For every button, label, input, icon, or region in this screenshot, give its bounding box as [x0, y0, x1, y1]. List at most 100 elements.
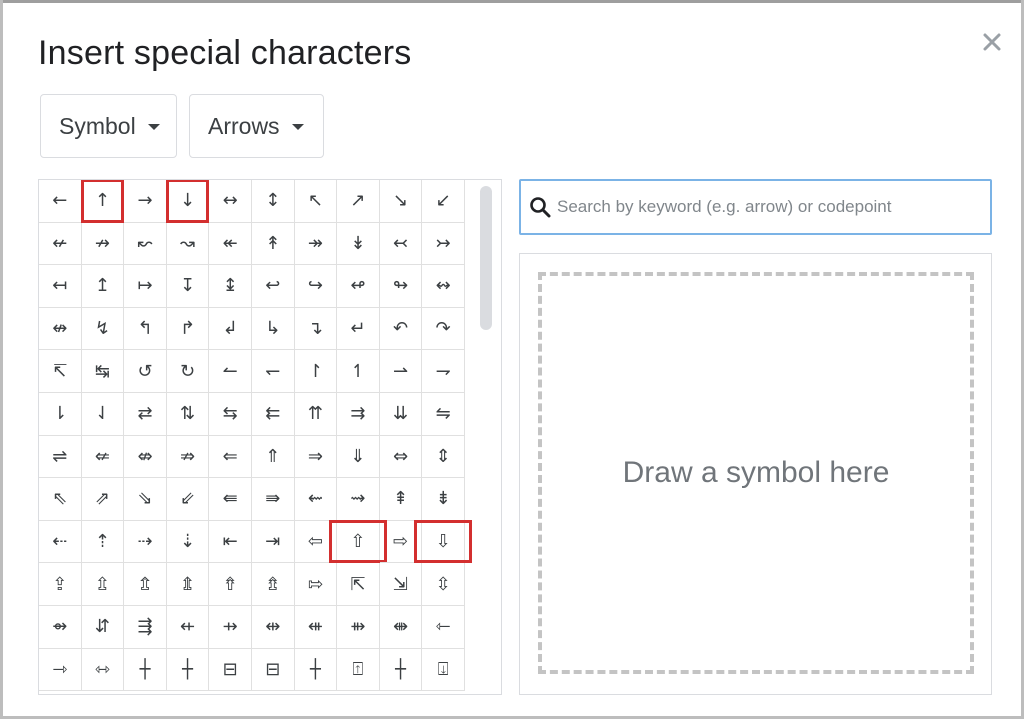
character-cell[interactable]: ⇥: [251, 520, 295, 564]
character-cell[interactable]: ↿: [337, 350, 380, 393]
character-cell[interactable]: ↘: [379, 180, 423, 223]
character-cell[interactable]: ↶: [379, 307, 423, 351]
character-cell[interactable]: ⇲: [379, 563, 423, 606]
character-cell[interactable]: ⇆: [209, 392, 252, 436]
character-cell[interactable]: ⇋: [422, 392, 465, 436]
character-cell[interactable]: ⇓: [337, 435, 380, 479]
search-input[interactable]: [557, 197, 977, 217]
character-cell[interactable]: ↴: [294, 307, 338, 351]
character-cell[interactable]: ⇐: [209, 435, 252, 479]
character-cell[interactable]: ←: [39, 180, 82, 223]
character-cell[interactable]: ⇡: [81, 520, 125, 564]
subcategory-dropdown[interactable]: Arrows: [189, 94, 324, 158]
character-cell[interactable]: ⇱: [337, 563, 380, 606]
character-cell[interactable]: ┼: [379, 648, 423, 692]
close-icon[interactable]: [980, 30, 1004, 54]
character-cell[interactable]: ↻: [166, 350, 210, 393]
character-cell[interactable]: ↩: [251, 265, 295, 308]
character-cell[interactable]: ↫: [337, 265, 380, 308]
character-cell[interactable]: ↝: [166, 222, 210, 266]
character-cell[interactable]: ⇮: [209, 563, 252, 606]
character-cell[interactable]: ⇉: [337, 392, 380, 436]
character-cell[interactable]: ⇟: [422, 478, 465, 521]
character-cell[interactable]: ↠: [294, 222, 338, 266]
character-cell[interactable]: ↛: [81, 222, 125, 266]
character-cell[interactable]: ↭: [422, 265, 465, 308]
character-cell[interactable]: ⇴: [39, 605, 82, 649]
character-cell[interactable]: ⇵: [81, 605, 125, 649]
character-cell[interactable]: ⇘: [124, 478, 167, 521]
character-cell[interactable]: ↔: [209, 180, 252, 223]
character-cell[interactable]: ↰: [124, 307, 167, 351]
character-cell[interactable]: ⇯: [251, 563, 295, 606]
character-cell[interactable]: →: [124, 180, 167, 223]
character-cell[interactable]: ↦: [124, 265, 167, 308]
character-cell[interactable]: ⇫: [81, 563, 125, 606]
grid-scrollbar[interactable]: [480, 186, 492, 330]
character-cell[interactable]: ⇶: [124, 605, 167, 649]
character-cell[interactable]: ↸: [39, 350, 82, 393]
character-cell[interactable]: ⇽: [422, 605, 465, 649]
character-cell[interactable]: ↬: [379, 265, 423, 308]
character-cell[interactable]: ┼: [124, 648, 167, 692]
character-cell[interactable]: ↮: [39, 307, 82, 351]
character-cell[interactable]: ↑: [80, 180, 125, 223]
character-cell[interactable]: ↡: [337, 222, 380, 266]
character-cell[interactable]: ⇨: [379, 520, 423, 564]
character-cell[interactable]: ⇠: [39, 520, 82, 564]
character-cell[interactable]: ⇛: [251, 478, 295, 521]
character-cell[interactable]: ↜: [124, 222, 167, 266]
character-cell[interactable]: ↣: [422, 222, 465, 266]
character-cell[interactable]: ⇬: [124, 563, 167, 606]
character-cell[interactable]: ↤: [39, 265, 82, 308]
character-cell[interactable]: ┼: [294, 648, 338, 692]
character-cell[interactable]: ↹: [81, 350, 125, 393]
character-cell[interactable]: ↕: [251, 180, 295, 223]
character-cell[interactable]: ⇪: [39, 563, 82, 606]
character-cell[interactable]: ↳: [251, 307, 295, 351]
character-cell[interactable]: ⇹: [251, 605, 295, 649]
character-cell[interactable]: ↢: [379, 222, 423, 266]
character-cell[interactable]: ⇌: [39, 435, 82, 479]
character-cell[interactable]: ⇳: [422, 563, 465, 606]
character-cell[interactable]: ⇜: [294, 478, 338, 521]
character-cell[interactable]: ⇻: [337, 605, 380, 649]
character-cell[interactable]: ↪: [294, 265, 338, 308]
character-cell[interactable]: ⇎: [124, 435, 167, 479]
character-cell[interactable]: ⇿: [81, 648, 125, 692]
character-cell[interactable]: ⇃: [81, 392, 125, 436]
draw-canvas[interactable]: Draw a symbol here: [538, 272, 974, 674]
character-cell[interactable]: ⊟: [209, 648, 252, 692]
character-cell[interactable]: ⍗: [422, 648, 465, 692]
character-cell[interactable]: ⇣: [166, 520, 210, 564]
character-cell[interactable]: ⇈: [294, 392, 338, 436]
character-cell[interactable]: ↧: [166, 265, 210, 308]
character-cell[interactable]: ⍐: [337, 648, 380, 692]
character-cell[interactable]: ↼: [209, 350, 252, 393]
character-cell[interactable]: ⇒: [294, 435, 338, 479]
character-cell[interactable]: ⇷: [166, 605, 210, 649]
character-cell[interactable]: ┼: [166, 648, 210, 692]
character-cell[interactable]: ⇧: [329, 519, 387, 564]
category-dropdown[interactable]: Symbol: [40, 94, 177, 158]
character-cell[interactable]: ⇅: [166, 392, 210, 436]
character-cell[interactable]: ↙: [422, 180, 465, 223]
character-cell[interactable]: ↲: [209, 307, 252, 351]
character-cell[interactable]: ⇝: [337, 478, 380, 521]
character-cell[interactable]: ⇦: [294, 520, 338, 564]
character-cell[interactable]: ⇰: [294, 563, 338, 606]
character-cell[interactable]: ⇩: [414, 519, 472, 564]
character-cell[interactable]: ↞: [209, 222, 252, 266]
character-cell[interactable]: ⇸: [209, 605, 252, 649]
character-cell[interactable]: ⇞: [379, 478, 423, 521]
character-cell[interactable]: ⇚: [209, 478, 252, 521]
character-cell[interactable]: ⇙: [166, 478, 210, 521]
character-cell[interactable]: ⇤: [209, 520, 252, 564]
character-cell[interactable]: ⇕: [422, 435, 465, 479]
character-cell[interactable]: ⇇: [251, 392, 295, 436]
character-cell[interactable]: ↗: [337, 180, 380, 223]
character-cell[interactable]: ↺: [124, 350, 167, 393]
character-cell[interactable]: ⇀: [379, 350, 423, 393]
character-cell[interactable]: ⇾: [39, 648, 82, 692]
character-cell[interactable]: ↥: [81, 265, 125, 308]
